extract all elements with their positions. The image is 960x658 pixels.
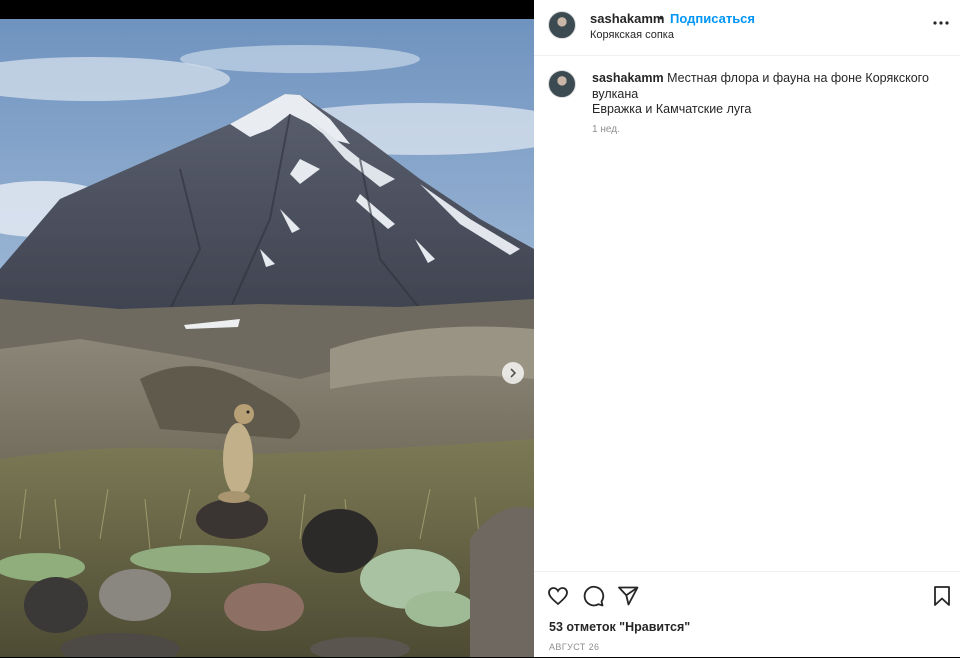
caption-avatar[interactable] (548, 70, 576, 98)
chevron-right-icon (510, 368, 517, 378)
post-date: АВГУСТ 26 (549, 642, 600, 652)
avatar[interactable] (548, 11, 576, 39)
post-header: sashakamm • Подписаться Корякская сопка (534, 0, 960, 56)
separator-dot: • (659, 10, 664, 25)
share-icon[interactable] (616, 584, 640, 608)
caption-text: sashakamm Местная флора и фауна на фоне … (592, 71, 932, 118)
post-side-panel: sashakamm • Подписаться Корякская сопка … (534, 0, 960, 657)
caption-line-2: Евражка и Камчатские луга (592, 102, 752, 116)
next-photo-button[interactable] (502, 362, 524, 384)
username-link[interactable]: sashakamm (590, 11, 664, 26)
bookmark-icon[interactable] (930, 584, 954, 608)
likes-count[interactable]: 53 отметок "Нравится" (549, 620, 690, 634)
top-black-bar (0, 0, 534, 19)
comment-icon[interactable] (581, 584, 605, 608)
caption-time[interactable]: 1 нед. (592, 124, 620, 135)
post-photo[interactable] (0, 19, 534, 657)
more-options-icon[interactable] (932, 14, 950, 32)
volcano-ground-squirrel-image (0, 19, 534, 657)
caption-username[interactable]: sashakamm (592, 71, 664, 85)
location-link[interactable]: Корякская сопка (590, 29, 674, 41)
follow-button[interactable]: Подписаться (670, 11, 755, 26)
heart-icon[interactable] (546, 584, 570, 608)
action-bar: 53 отметок "Нравится" АВГУСТ 26 (534, 571, 960, 658)
